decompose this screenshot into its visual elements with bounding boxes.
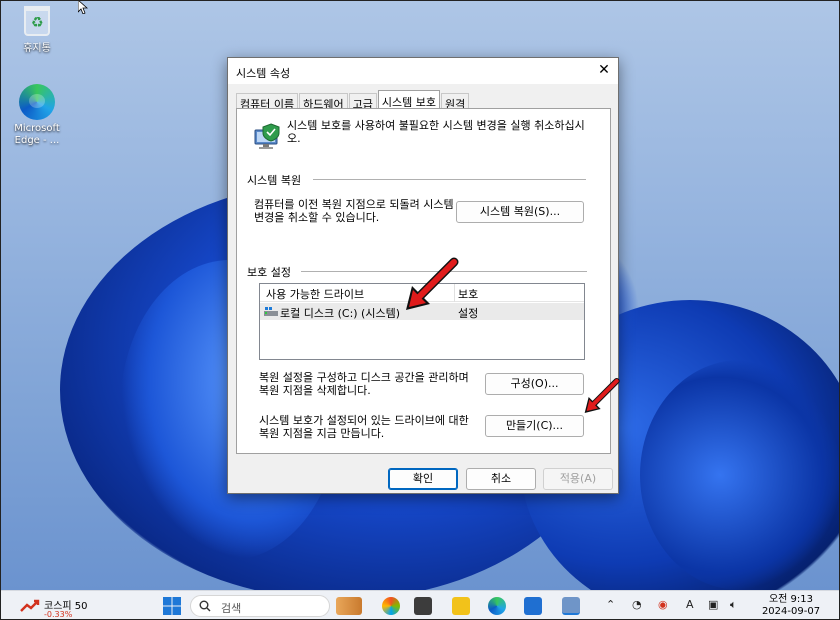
- dialog-title: 시스템 속성: [236, 67, 291, 80]
- configure-button[interactable]: 구성(O)...: [485, 373, 584, 395]
- ok-button[interactable]: 확인: [388, 468, 458, 490]
- chevron-up-icon[interactable]: ⌃: [606, 598, 615, 611]
- intro-text: 시스템 보호를 사용하여 불필요한 시스템 변경을 실행 취소하십시오.: [287, 119, 585, 145]
- desktop-icon-label: Microsoft Edge - ...: [14, 123, 60, 146]
- system-protection-icon: [254, 123, 280, 149]
- drive-icon: [264, 307, 278, 316]
- store-icon[interactable]: [524, 597, 542, 615]
- stock-trend-icon[interactable]: [20, 599, 40, 613]
- protection-section-title: 보호 설정: [247, 266, 291, 279]
- clock-time: 오전 9:13: [768, 594, 814, 605]
- create-description: 시스템 보호가 설정되어 있는 드라이브에 대한 복원 지점을 지금 만듭니다.: [259, 414, 469, 440]
- apply-button[interactable]: 적용(A): [543, 468, 613, 490]
- network-icon[interactable]: ◔: [632, 598, 642, 611]
- system-clock[interactable]: 오전 9:13 2024-09-07: [758, 594, 824, 618]
- volume-icon[interactable]: 🔈︎: [730, 598, 737, 612]
- create-button[interactable]: 만들기(C)...: [485, 415, 584, 437]
- column-header-drive[interactable]: 사용 가능한 드라이브: [266, 286, 364, 302]
- recycle-bin-icon: ♻: [24, 6, 50, 36]
- system-restore-button[interactable]: 시스템 복원(S)...: [456, 201, 584, 223]
- desktop-icon-recycle-bin[interactable]: ♻ 휴지통: [5, 6, 69, 54]
- drive-name: 로컬 디스크 (C:) (시스템): [280, 307, 401, 320]
- system-properties-taskbar-icon[interactable]: [562, 597, 580, 615]
- close-button[interactable]: ✕: [596, 62, 612, 78]
- clock-date: 2024-09-07: [761, 606, 821, 617]
- search-highlight-icon[interactable]: [336, 597, 362, 615]
- copilot-icon[interactable]: [382, 597, 400, 615]
- edge-taskbar-icon[interactable]: [488, 597, 506, 615]
- desktop-icon-edge[interactable]: Microsoft Edge - ...: [5, 84, 69, 147]
- security-icon[interactable]: ◉: [658, 598, 668, 611]
- red-arrow-annotation-icon: [584, 378, 620, 413]
- configure-description: 복원 설정을 구성하고 디스크 공간을 관리하며 복원 지점을 삭제합니다.: [259, 371, 469, 397]
- divider: [313, 179, 586, 180]
- edge-icon: [19, 84, 55, 120]
- taskbar-search[interactable]: 검색: [190, 595, 330, 617]
- file-explorer-icon[interactable]: [452, 597, 470, 615]
- taskbar: 코스피 50 -0.33% 검색 ⌃ ◔ ◉ A ▣ 🔈︎ 오전 9:13 20…: [0, 590, 840, 620]
- wallpaper-bloom: [640, 360, 840, 590]
- windows-start-icon[interactable]: [162, 596, 182, 616]
- restore-section-title: 시스템 복원: [247, 174, 302, 187]
- ime-indicator[interactable]: A: [686, 598, 694, 611]
- widget-change: -0.33%: [44, 610, 73, 619]
- display-icon[interactable]: ▣: [708, 598, 718, 611]
- search-placeholder: 검색: [221, 602, 242, 615]
- cancel-button[interactable]: 취소: [466, 468, 536, 490]
- red-arrow-annotation-icon: [406, 257, 459, 310]
- tab-strip: 컴퓨터 이름 하드웨어 고급 시스템 보호 원격: [236, 90, 470, 111]
- task-view-icon[interactable]: [414, 597, 432, 615]
- restore-description: 컴퓨터를 이전 복원 지점으로 되돌려 시스템 변경을 취소할 수 있습니다.: [254, 198, 454, 224]
- search-icon: [199, 600, 211, 612]
- mouse-cursor-icon: [78, 0, 88, 14]
- desktop-icon-label: 휴지통: [23, 43, 51, 54]
- title-bar[interactable]: 시스템 속성 ✕: [228, 58, 618, 84]
